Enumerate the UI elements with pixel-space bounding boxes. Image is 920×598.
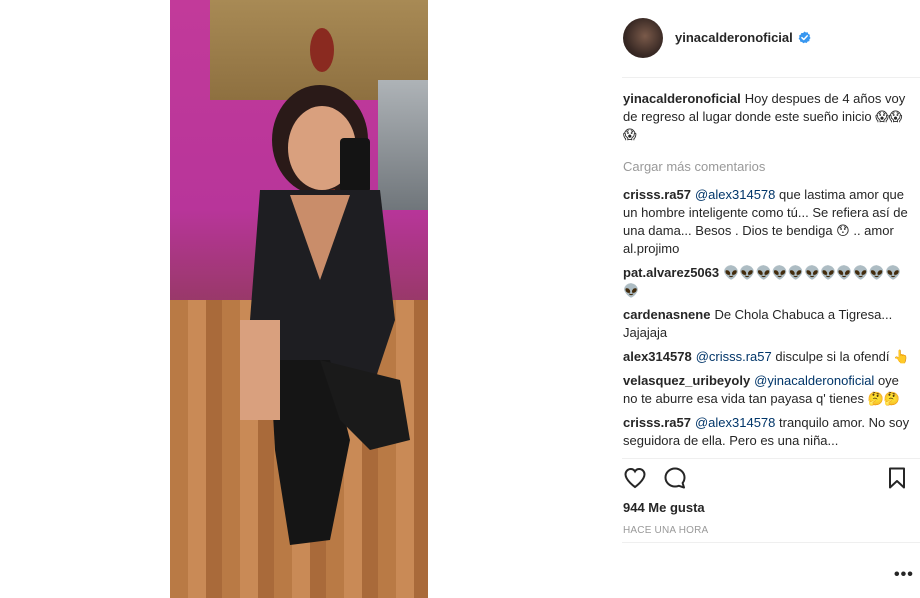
- actions-divider: [622, 458, 920, 459]
- comment-mention[interactable]: @alex314578: [695, 187, 775, 202]
- footer-divider: [622, 542, 920, 543]
- comment-username[interactable]: alex314578: [623, 349, 692, 364]
- caption: yinacalderonoficial Hoy despues de 4 años…: [623, 90, 911, 144]
- action-bar: [623, 466, 913, 492]
- avatar[interactable]: [623, 18, 663, 58]
- comment-username[interactable]: crisss.ra57: [623, 187, 691, 202]
- comment-text: disculpe si la ofendí 👆: [771, 349, 910, 364]
- comment-item: pat.alvarez5063 👽👽👽👽👽👽👽👽👽👽👽👽: [623, 264, 911, 300]
- comment-username[interactable]: cardenasnene: [623, 307, 710, 322]
- author-username[interactable]: yinacalderonoficial: [675, 30, 793, 45]
- photo-figure: [240, 28, 410, 545]
- more-options-button[interactable]: •••: [894, 566, 914, 584]
- comment-bubble-icon[interactable]: [663, 466, 687, 490]
- load-more-comments[interactable]: Cargar más comentarios: [623, 158, 911, 176]
- verified-badge-icon: [798, 31, 811, 44]
- caption-username[interactable]: yinacalderonoficial: [623, 91, 741, 106]
- post-photo[interactable]: [170, 0, 428, 598]
- comment-item: velasquez_uribeyoly @yinacalderonoficial …: [623, 372, 911, 408]
- comment-item: crisss.ra57 @alex314578 que lastima amor …: [623, 186, 911, 258]
- like-count[interactable]: 944 Me gusta: [623, 500, 705, 515]
- comment-mention[interactable]: @crisss.ra57: [696, 349, 772, 364]
- bookmark-icon[interactable]: [885, 466, 909, 490]
- comment-username[interactable]: velasquez_uribeyoly: [623, 373, 750, 388]
- comment-item: cardenasnene De Chola Chabuca a Tigresa..…: [623, 306, 911, 342]
- comment-username[interactable]: crisss.ra57: [623, 415, 691, 430]
- post-details: yinacalderonoficial yinacalderonoficial H…: [608, 0, 920, 598]
- comments-list: yinacalderonoficial Hoy despues de 4 años…: [623, 90, 911, 456]
- comment-item: crisss.ra57 @alex314578 tranquilo amor. N…: [623, 414, 911, 450]
- heart-icon[interactable]: [623, 466, 647, 490]
- header-divider: [622, 77, 920, 78]
- comment-mention[interactable]: @yinacalderonoficial: [754, 373, 874, 388]
- comment-username[interactable]: pat.alvarez5063: [623, 265, 719, 280]
- comment-mention[interactable]: @alex314578: [695, 415, 775, 430]
- post-timestamp[interactable]: HACE UNA HORA: [623, 525, 708, 536]
- post-header: yinacalderonoficial: [608, 0, 920, 78]
- comment-item: alex314578 @crisss.ra57 disculpe si la of…: [623, 348, 911, 366]
